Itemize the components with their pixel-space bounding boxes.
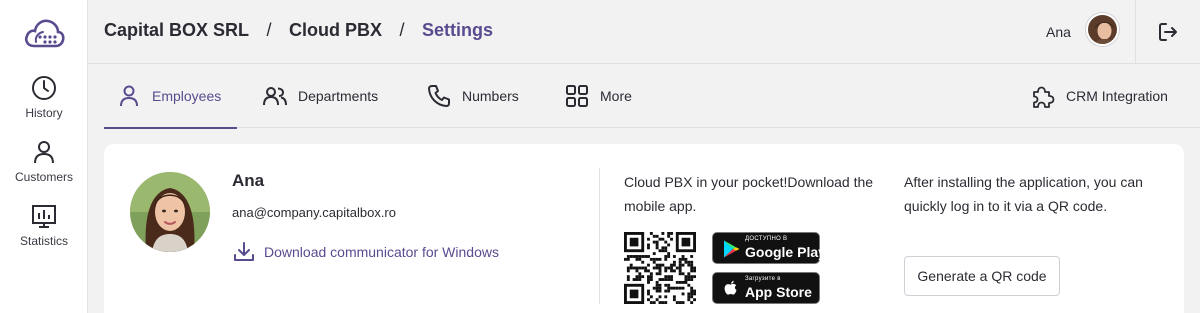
tab-departments[interactable]: Departments [262,64,378,128]
sidebar-item-label: Customers [14,170,73,184]
breadcrumb-separator: / [399,20,405,40]
breadcrumb-product[interactable]: Cloud PBX [289,20,382,40]
sidebar-item-history[interactable]: History [0,74,88,120]
tab-label: CRM Integration [1066,88,1168,104]
google-play-button[interactable]: ДОСТУПНО В Google Play [712,232,826,264]
people-icon [263,87,287,106]
app: History Customers Statistics Capital BOX… [0,0,1200,313]
sidebar: History Customers Statistics [0,0,88,313]
profile-photo-image [130,172,210,252]
qr-code-image [624,232,696,304]
user-name[interactable]: Ana [1046,24,1071,40]
card-divider [599,168,600,304]
chart-icon [32,205,56,228]
profile-photo [130,172,210,252]
grid-icon [566,85,588,107]
logout-icon[interactable] [1156,20,1180,44]
google-play-main-label: Google Play [745,244,826,260]
tab-more[interactable]: More [564,64,632,128]
google-play-icon [724,240,740,258]
tab-crm-integration[interactable]: CRM Integration [1030,64,1168,128]
google-play-top-label: ДОСТУПНО В [745,236,788,242]
top-bar: Capital BOX SRL / Cloud PBX / Settings Ana [88,0,1200,64]
cloud-logo[interactable] [22,16,66,52]
profile-email: ana@company.capitalbox.ro [232,205,396,220]
breadcrumb-current: Settings [422,20,494,40]
phone-icon [428,85,450,107]
qr-login-instructions: After installing the application, you ca… [904,174,1143,214]
download-icon [234,242,254,261]
breadcrumb: Capital BOX SRL / Cloud PBX / Settings [104,20,493,41]
avatar-photo [1088,15,1117,44]
mobile-app-promo-text: Cloud PBX in your pocket!Download the mo… [624,174,874,214]
avatar[interactable] [1086,13,1119,46]
breadcrumb-company[interactable]: Capital BOX SRL [104,20,249,40]
header-divider [1135,0,1136,63]
puzzle-icon [1033,86,1055,108]
sidebar-item-label: Statistics [19,234,68,248]
clock-icon [32,76,56,100]
generate-qr-code-button[interactable]: Generate a QR code [904,256,1060,296]
profile-name: Ana [232,171,265,190]
tab-label: Employees [152,88,222,104]
sidebar-item-statistics[interactable]: Statistics [0,202,88,248]
sidebar-item-label: History [25,106,63,120]
app-store-top-label: Загрузите в [745,276,781,282]
tab-label: Departments [298,88,379,104]
breadcrumb-separator: / [266,20,272,40]
profile-card: Ana ana@company.capitalbox.ro Download c… [104,144,1184,313]
download-link-label: Download communicator for Windows [264,244,499,260]
download-communicator-link[interactable]: Download communicator for Windows [232,240,499,264]
app-store-button[interactable]: Загрузите в App Store [712,272,820,304]
tab-numbers[interactable]: Numbers [426,64,519,128]
app-store-main-label: App Store [745,284,812,300]
tab-label: More [600,88,632,104]
person-icon [34,141,54,164]
tab-label: Numbers [462,88,519,104]
settings-tabs: Employees Departments Numbers More CRM I… [104,64,1200,129]
person-icon [120,85,138,107]
sidebar-item-customers[interactable]: Customers [0,138,88,184]
tab-employees[interactable]: Employees [104,64,238,129]
apple-icon [724,280,737,295]
